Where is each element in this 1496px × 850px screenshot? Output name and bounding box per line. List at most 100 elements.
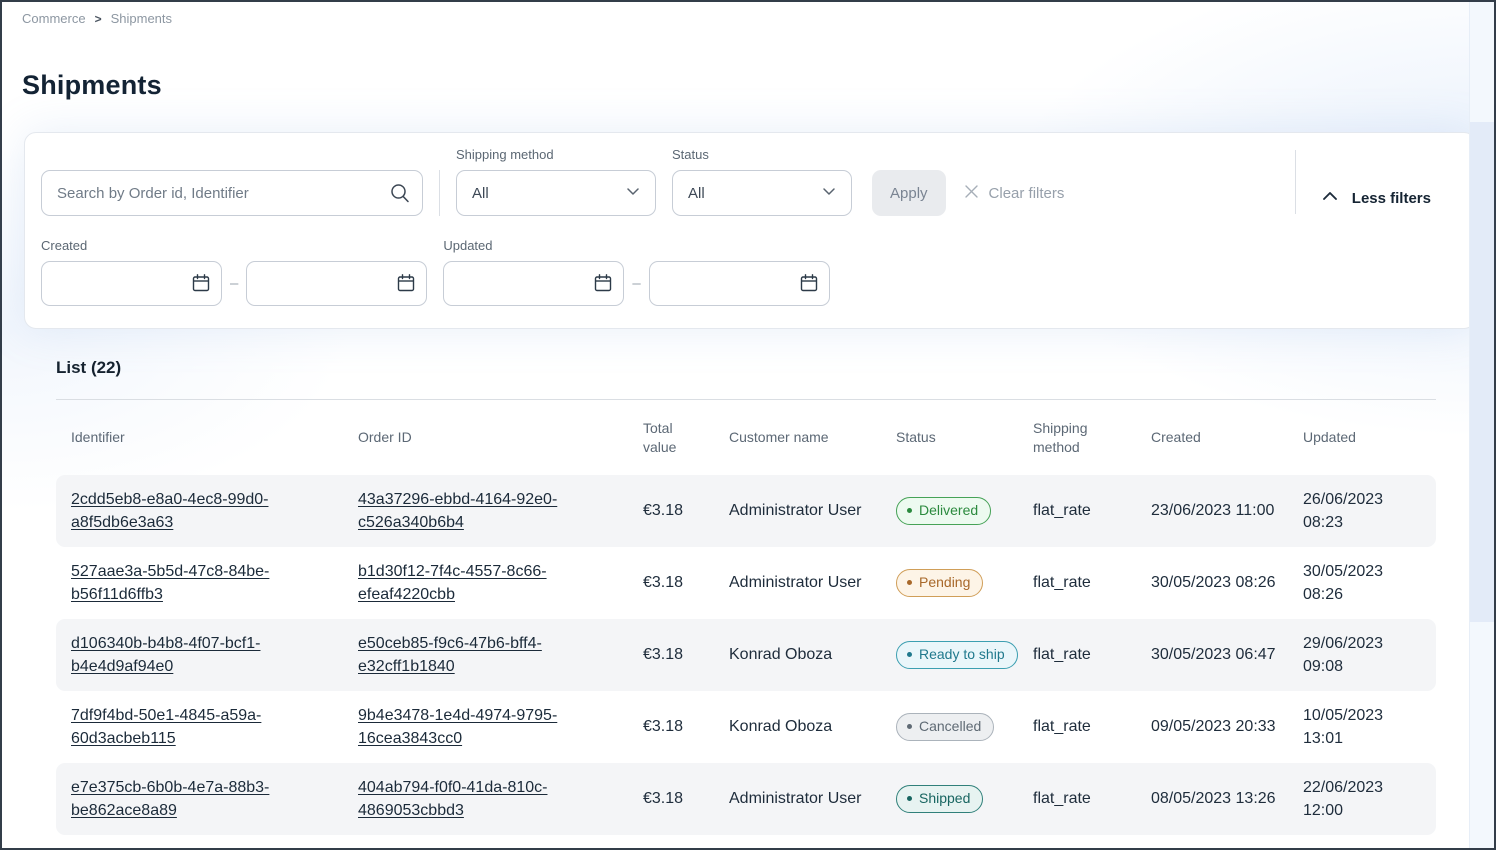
customer-name-cell: Konrad Oboza (714, 633, 881, 676)
customer-name-cell: Administrator User (714, 561, 881, 604)
status-dot-icon (907, 796, 912, 801)
customer-name-cell: Administrator User (714, 777, 881, 820)
shipments-page: { "breadcrumb": { "separator": ">", "ite… (0, 0, 1496, 850)
filters-row-main: Shipping method All Status All (41, 147, 1459, 216)
filters-row-dates: Created – (41, 238, 1459, 306)
total-value-cell: €3.18 (628, 777, 714, 820)
status-badge: Delivered (896, 497, 991, 525)
updated-range-label: Updated (443, 238, 829, 253)
status-dot-icon (907, 724, 912, 729)
range-separator: – (632, 275, 640, 292)
chevron-down-icon (820, 182, 838, 204)
search-input[interactable] (41, 170, 423, 216)
range-separator: – (230, 275, 238, 292)
status-badge: Shipped (896, 785, 983, 813)
order-id-link[interactable]: 404ab794-f0f0-41da-810c-4869053cbbd3 (358, 779, 547, 819)
created-range-filter: Created – (41, 238, 427, 306)
customer-name-cell: Konrad Oboza (714, 705, 881, 748)
updated-cell: 10/05/2023 13:01 (1288, 694, 1436, 760)
identifier-link[interactable]: 527aae3a-5b5d-47c8-84be-b56f11d6ffb3 (71, 563, 269, 603)
created-cell: 30/05/2023 06:47 (1136, 633, 1288, 676)
column-header-updated: Updated (1288, 414, 1436, 461)
updated-to-wrap (649, 261, 830, 306)
calendar-icon[interactable] (190, 272, 212, 299)
identifier-link[interactable]: 7df9f4bd-50e1-4845-a59a-60d3acbeb115 (71, 707, 261, 747)
total-value-cell: €3.18 (628, 489, 714, 532)
column-header-order-id: Order ID (343, 414, 628, 461)
shipping-method-label: Shipping method (456, 147, 656, 162)
updated-cell: 26/06/2023 08:23 (1288, 478, 1436, 544)
shipping-method-cell: flat_rate (1018, 489, 1136, 532)
customer-name-cell: Administrator User (714, 489, 881, 532)
less-filters-toggle[interactable]: Less filters (1320, 186, 1431, 210)
shipping-method-cell: flat_rate (1018, 705, 1136, 748)
column-header-identifier: Identifier (56, 414, 343, 461)
created-range-label: Created (41, 238, 427, 253)
calendar-icon[interactable] (395, 272, 417, 299)
less-filters-label: Less filters (1352, 190, 1431, 207)
search-icon (389, 182, 411, 209)
status-dot-icon (907, 508, 912, 513)
status-dot-icon (907, 652, 912, 657)
table-row: 2cdd5eb8-e8a0-4ec8-99d0-a8f5db6e3a63 43a… (56, 475, 1436, 547)
column-header-customer-name: Customer name (714, 414, 881, 461)
order-id-link[interactable]: b1d30f12-7f4c-4557-8c66-efeaf4220cbb (358, 563, 547, 603)
breadcrumb-item-commerce[interactable]: Commerce (22, 11, 86, 26)
column-header-shipping-method: Shipping method (1018, 405, 1136, 471)
vertical-scrollbar[interactable] (1469, 2, 1494, 848)
apply-button[interactable]: Apply (872, 170, 946, 216)
shipping-method-cell: flat_rate (1018, 633, 1136, 676)
table-row: e7e375cb-6b0b-4e7a-88b3-be862ace8a89 404… (56, 763, 1436, 835)
status-badge: Ready to ship (896, 641, 1018, 669)
order-id-link[interactable]: 43a37296-ebbd-4164-92e0-c526a340b6b4 (358, 491, 557, 531)
table-header-row: Identifier Order ID Total value Customer… (56, 400, 1436, 475)
identifier-link[interactable]: 2cdd5eb8-e8a0-4ec8-99d0-a8f5db6e3a63 (71, 491, 268, 531)
breadcrumb: Commerce > Shipments (2, 2, 1494, 26)
clear-filters-button[interactable]: Clear filters (962, 170, 1065, 216)
list-title: List (22) (56, 358, 1436, 378)
status-value: All (688, 185, 705, 202)
column-header-total-value: Total value (628, 405, 714, 471)
order-id-link[interactable]: e50ceb85-f9c6-47b6-bff4-e32cff1b1840 (358, 635, 542, 675)
breadcrumb-item-shipments[interactable]: Shipments (111, 11, 172, 26)
close-icon (962, 182, 981, 205)
shipping-method-cell: flat_rate (1018, 777, 1136, 820)
created-cell: 08/05/2023 13:26 (1136, 777, 1288, 820)
chevron-down-icon (624, 182, 642, 204)
shipping-method-value: All (472, 185, 489, 202)
filter-divider (439, 170, 440, 216)
calendar-icon[interactable] (798, 272, 820, 299)
column-header-created: Created (1136, 414, 1288, 461)
identifier-link[interactable]: e7e375cb-6b0b-4e7a-88b3-be862ace8a89 (71, 779, 269, 819)
status-badge: Cancelled (896, 713, 994, 741)
filter-divider (1295, 150, 1296, 214)
updated-cell: 29/06/2023 09:08 (1288, 622, 1436, 688)
scrollbar-thumb[interactable] (1470, 122, 1494, 622)
calendar-icon[interactable] (592, 272, 614, 299)
identifier-link[interactable]: d106340b-b4b8-4f07-bcf1-b4e4d9af94e0 (71, 635, 260, 675)
filters-panel: Shipping method All Status All (24, 132, 1476, 329)
status-select[interactable]: All (672, 170, 852, 216)
table-row: 527aae3a-5b5d-47c8-84be-b56f11d6ffb3 b1d… (56, 547, 1436, 619)
created-cell: 30/05/2023 08:26 (1136, 561, 1288, 604)
chevron-up-icon (1320, 186, 1340, 210)
updated-cell: 30/05/2023 08:26 (1288, 550, 1436, 616)
updated-from-wrap (443, 261, 624, 306)
page-title: Shipments (22, 70, 1494, 101)
updated-range-filter: Updated – (443, 238, 829, 306)
shipments-list: List (22) Identifier Order ID Total valu… (56, 358, 1436, 835)
total-value-cell: €3.18 (628, 561, 714, 604)
column-header-status: Status (881, 414, 1018, 461)
created-cell: 09/05/2023 20:33 (1136, 705, 1288, 748)
table-row: 7df9f4bd-50e1-4845-a59a-60d3acbeb115 9b4… (56, 691, 1436, 763)
clear-filters-label: Clear filters (989, 185, 1065, 202)
shipping-method-filter: Shipping method All (456, 147, 656, 216)
order-id-link[interactable]: 9b4e3478-1e4d-4974-9795-16cea3843cc0 (358, 707, 557, 747)
shipping-method-select[interactable]: All (456, 170, 656, 216)
search-field-wrap (41, 170, 423, 216)
breadcrumb-separator-icon: > (95, 12, 102, 26)
total-value-cell: €3.18 (628, 705, 714, 748)
status-label: Status (672, 147, 852, 162)
total-value-cell: €3.18 (628, 633, 714, 676)
created-from-wrap (41, 261, 222, 306)
